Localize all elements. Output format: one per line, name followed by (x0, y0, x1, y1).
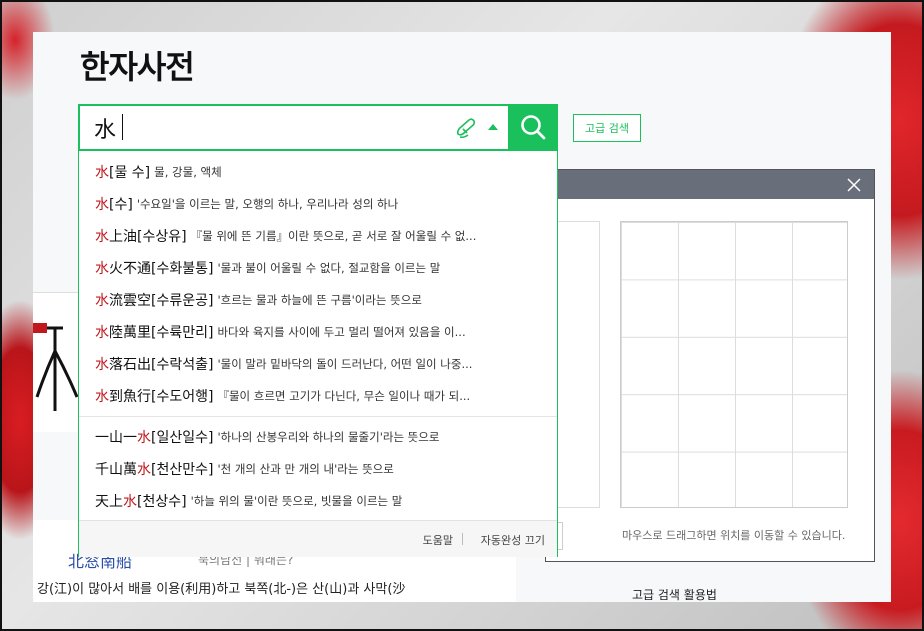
autocomplete-word-reading: [수화불통] (151, 261, 214, 277)
autocomplete-item[interactable]: 水流雲空[수류운공] '흐르는 물과 하늘에 뜬 구름'이라는 뜻으로 (95, 290, 545, 310)
page-title: 한자사전 (80, 48, 195, 86)
autocomplete-word: 水流雲空[수류운공] (95, 290, 213, 310)
autocomplete-item[interactable]: 千山萬水[천산만수] '천 개의 산과 만 개의 내'라는 뜻으로 (95, 459, 545, 479)
autocomplete-definition: 『물 위에 뜬 기름』이란 뜻으로, 곧 서로 잘 어울릴 수 없... (190, 229, 477, 243)
autocomplete-definition: '물과 불이 어울릴 수 없다, 절교함을 이르는 말 (217, 261, 441, 275)
autocomplete-word: 天上水[천상수] (95, 491, 187, 511)
autocomplete-definition: '하나의 산봉우리와 하나의 물줄기'라는 뜻으로 (217, 430, 440, 444)
autocomplete-word-hl: 水 (95, 229, 109, 245)
autocomplete-word: 水[물 수] (95, 162, 150, 182)
magnifier-icon (521, 115, 546, 140)
autocomplete-word-hl: 水 (95, 293, 109, 309)
autocomplete-definition: '하늘 위의 물'이란 뜻으로, 빗물을 이르는 말 (190, 494, 403, 508)
advanced-guide-link[interactable]: 고급 검색 활용법 (632, 586, 717, 603)
autocomplete-word-reading: [수] (109, 197, 133, 213)
help-link[interactable]: 도움말 (423, 532, 453, 548)
stroke-order-preview (33, 292, 79, 432)
close-icon[interactable] (846, 177, 862, 193)
autocomplete-word-hl: 水 (137, 430, 151, 446)
autocomplete-off-link[interactable]: 자동완성 끄기 (481, 532, 545, 548)
autocomplete-definition: '천 개의 산과 만 개의 내'라는 뜻으로 (217, 462, 394, 476)
autocomplete-item[interactable]: 一山一水[일산일수] '하나의 산봉우리와 하나의 물줄기'라는 뜻으로 (95, 427, 545, 447)
autocomplete-word-post: 上油 (109, 229, 137, 245)
autocomplete-definition: 물, 강물, 액체 (154, 165, 222, 179)
autocomplete-item[interactable]: 水[수] '수요일'을 이르는 말, 오행의 하나, 우리나라 성의 하나 (95, 194, 545, 214)
autocomplete-word-reading: [수상유] (137, 229, 187, 245)
autocomplete-definition: '수요일'을 이르는 말, 오행의 하나, 우리나라 성의 하나 (136, 197, 399, 211)
autocomplete-item[interactable]: 水到魚行[수도어행] 『물이 흐르면 고기가 다닌다, 무슨 일이나 때가 되..… (95, 386, 545, 406)
autocomplete-word-hl: 水 (95, 261, 109, 277)
autocomplete-word-reading: [일산일수] (151, 430, 214, 446)
autocomplete-word: 水火不通[수화불통] (95, 258, 213, 278)
autocomplete-item[interactable]: 天上水[천상수] '하늘 위의 물'이란 뜻으로, 빗물을 이르는 말 (95, 491, 545, 511)
autocomplete-word-reading: [물 수] (109, 165, 151, 181)
autocomplete-word: 千山萬水[천산만수] (95, 459, 213, 479)
autocomplete-word-post: 陸萬里 (109, 325, 151, 341)
triangle-up-icon[interactable] (488, 124, 498, 130)
autocomplete-footer: 도움말 자동완성 끄기 (79, 520, 557, 557)
search-box (78, 104, 558, 151)
handwriting-preview-area (557, 221, 600, 508)
autocomplete-word: 水落石出[수락석출] (95, 354, 213, 374)
autocomplete-item[interactable]: 水上油[수상유] 『물 위에 뜬 기름』이란 뜻으로, 곧 서로 잘 어울릴 수 … (95, 226, 545, 246)
handwrite-pen-icon[interactable] (454, 116, 478, 140)
autocomplete-word-hl: 水 (95, 197, 109, 213)
autocomplete-word-hl: 水 (137, 462, 151, 478)
autocomplete-word: 水[수] (95, 194, 133, 214)
autocomplete-word-pre: 千山萬 (95, 462, 137, 478)
footer-divider (462, 533, 463, 545)
autocomplete-word: 水陸萬里[수륙만리] (95, 322, 213, 342)
autocomplete-word-reading: [천산만수] (151, 462, 214, 478)
autocomplete-word-reading: [수류운공] (151, 293, 214, 309)
autocomplete-word-hl: 水 (123, 494, 137, 510)
search-input[interactable] (94, 113, 434, 143)
autocomplete-word-post: 流雲空 (109, 293, 151, 309)
text-caret (122, 114, 123, 140)
handwriting-modal-header[interactable] (546, 170, 874, 199)
autocomplete-word-pre: 天上 (95, 494, 123, 510)
autocomplete-item[interactable]: 水陸萬里[수륙만리] 바다와 육지를 사이에 두고 멀리 떨어져 있음을 이... (95, 322, 545, 342)
autocomplete-word-pre: 一山一 (95, 430, 137, 446)
search-button[interactable] (508, 104, 558, 151)
autocomplete-definition: '흐르는 물과 하늘에 뜬 구름'이라는 뜻으로 (217, 293, 422, 307)
advanced-search-button[interactable]: 고급 검색 (573, 114, 641, 142)
autocomplete-word: 水到魚行[수도어행] (95, 386, 213, 406)
autocomplete-separator (79, 416, 557, 417)
autocomplete-word-post: 落石出 (109, 357, 151, 373)
autocomplete-dropdown: 水[물 수] 물, 강물, 액체 水[수] '수요일'을 이르는 말, 오행의 하나,… (78, 151, 558, 557)
autocomplete-word: 水上油[수상유] (95, 226, 187, 246)
autocomplete-definition: 바다와 육지를 사이에 두고 멀리 떨어져 있음을 이... (217, 325, 466, 339)
autocomplete-word-hl: 水 (95, 389, 109, 405)
autocomplete-item[interactable]: 水火不通[수화불통] '물과 불이 어울릴 수 없다, 절교함을 이르는 말 (95, 258, 545, 278)
autocomplete-item[interactable]: 水落石出[수락석출] '물이 말라 밑바닥의 돌이 드러난다, 어떤 일이 나중.… (95, 354, 545, 374)
autocomplete-word-post: 火不通 (109, 261, 151, 277)
autocomplete-word-post: 到魚行 (109, 389, 151, 405)
handwriting-canvas[interactable] (620, 221, 848, 508)
autocomplete-word-hl: 水 (95, 357, 109, 373)
autocomplete-word: 一山一水[일산일수] (95, 427, 213, 447)
autocomplete-word-reading: [천상수] (137, 494, 187, 510)
autocomplete-word-hl: 水 (95, 165, 109, 181)
autocomplete-word-hl: 水 (95, 325, 109, 341)
autocomplete-item[interactable]: 水[물 수] 물, 강물, 액체 (95, 162, 545, 182)
autocomplete-word-reading: [수락석출] (151, 357, 214, 373)
autocomplete-word-reading: [수륙만리] (151, 325, 214, 341)
autocomplete-word-reading: [수도어행] (151, 389, 214, 405)
autocomplete-definition: '물이 말라 밑바닥의 돌이 드러난다, 어떤 일이 나중... (217, 357, 473, 371)
handwriting-hint: 마우스로 드래그하면 위치를 이동할 수 있습니다. (622, 529, 846, 542)
description-text: 강(江)이 많아서 배를 이용(利用)하고 북쪽(北-)은 산(山)과 사막(沙 (37, 582, 406, 597)
autocomplete-definition: 『물이 흐르면 고기가 다닌다, 무슨 일이나 때가 되... (217, 389, 471, 403)
